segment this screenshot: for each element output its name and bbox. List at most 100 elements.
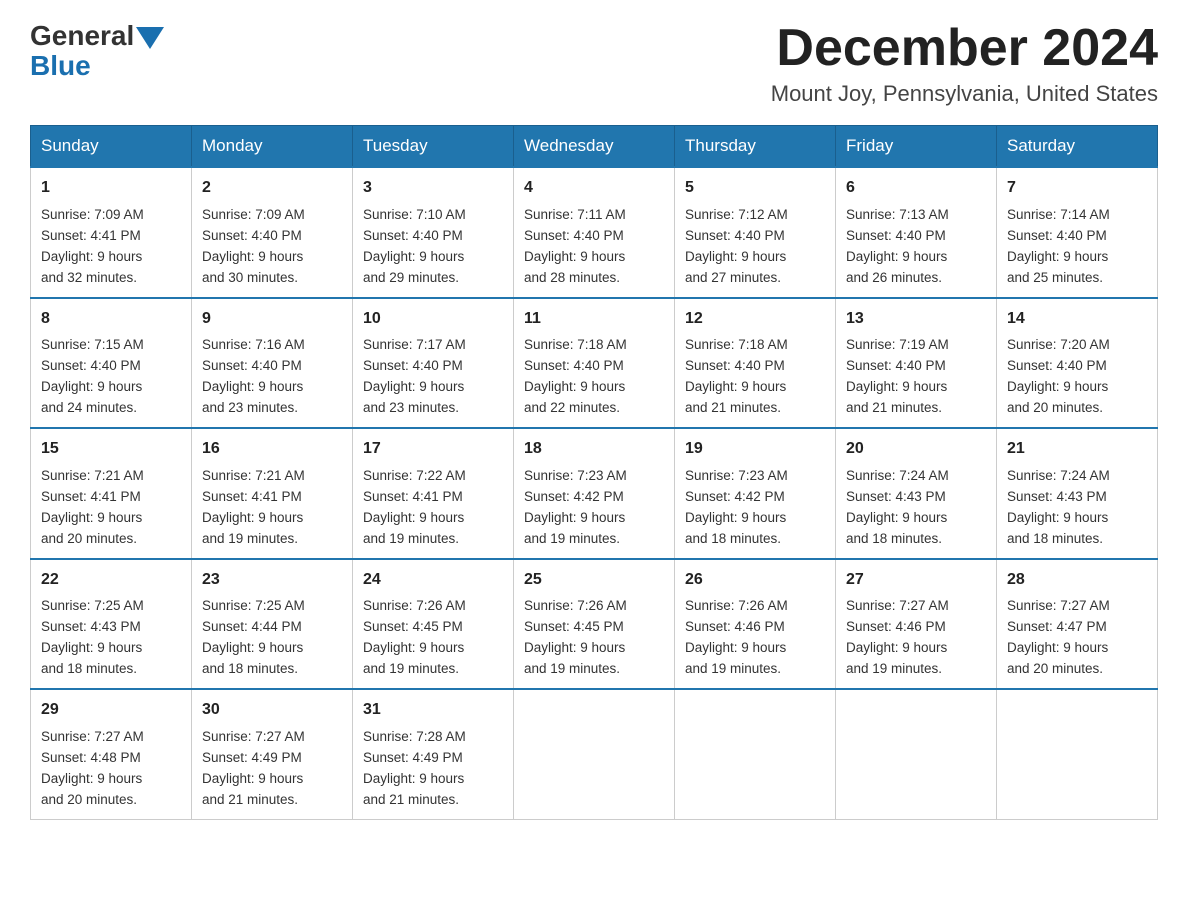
calendar-day-cell: 22 Sunrise: 7:25 AMSunset: 4:43 PMDayligh… — [31, 559, 192, 689]
calendar-day-cell: 6 Sunrise: 7:13 AMSunset: 4:40 PMDaylight… — [836, 167, 997, 297]
calendar-day-cell: 25 Sunrise: 7:26 AMSunset: 4:45 PMDayligh… — [514, 559, 675, 689]
day-info: Sunrise: 7:18 AMSunset: 4:40 PMDaylight:… — [524, 335, 664, 419]
day-info: Sunrise: 7:14 AMSunset: 4:40 PMDaylight:… — [1007, 205, 1147, 289]
calendar-day-cell — [514, 689, 675, 819]
calendar-day-cell: 16 Sunrise: 7:21 AMSunset: 4:41 PMDayligh… — [192, 428, 353, 558]
logo: General Blue — [30, 20, 164, 82]
day-number: 29 — [41, 698, 181, 723]
day-number: 26 — [685, 568, 825, 593]
day-number: 7 — [1007, 176, 1147, 201]
day-info: Sunrise: 7:23 AMSunset: 4:42 PMDaylight:… — [524, 466, 664, 550]
calendar-header: Sunday Monday Tuesday Wednesday Thursday… — [31, 126, 1158, 168]
calendar-week-row: 29 Sunrise: 7:27 AMSunset: 4:48 PMDayligh… — [31, 689, 1158, 819]
calendar-day-cell: 15Sunrise: 7:21 AMSunset: 4:41 PMDayligh… — [31, 428, 192, 558]
calendar-table: Sunday Monday Tuesday Wednesday Thursday… — [30, 125, 1158, 819]
col-monday: Monday — [192, 126, 353, 168]
day-info: Sunrise: 7:21 AMSunset: 4:41 PMDaylight:… — [202, 466, 342, 550]
day-info: Sunrise: 7:16 AMSunset: 4:40 PMDaylight:… — [202, 335, 342, 419]
day-number: 23 — [202, 568, 342, 593]
day-number: 21 — [1007, 437, 1147, 462]
calendar-day-cell: 10 Sunrise: 7:17 AMSunset: 4:40 PMDayligh… — [353, 298, 514, 428]
calendar-day-cell — [836, 689, 997, 819]
day-number: 18 — [524, 437, 664, 462]
calendar-day-cell: 28 Sunrise: 7:27 AMSunset: 4:47 PMDayligh… — [997, 559, 1158, 689]
day-number: 17 — [363, 437, 503, 462]
day-info: Sunrise: 7:13 AMSunset: 4:40 PMDaylight:… — [846, 205, 986, 289]
calendar-day-cell — [997, 689, 1158, 819]
day-info: Sunrise: 7:18 AMSunset: 4:40 PMDaylight:… — [685, 335, 825, 419]
calendar-day-cell: 9 Sunrise: 7:16 AMSunset: 4:40 PMDaylight… — [192, 298, 353, 428]
title-block: December 2024 Mount Joy, Pennsylvania, U… — [771, 20, 1158, 107]
day-info: Sunrise: 7:26 AMSunset: 4:45 PMDaylight:… — [524, 596, 664, 680]
day-info: Sunrise: 7:25 AMSunset: 4:43 PMDaylight:… — [41, 596, 181, 680]
calendar-day-cell: 8 Sunrise: 7:15 AMSunset: 4:40 PMDaylight… — [31, 298, 192, 428]
day-info: Sunrise: 7:09 AMSunset: 4:41 PMDaylight:… — [41, 205, 181, 289]
day-number: 19 — [685, 437, 825, 462]
col-thursday: Thursday — [675, 126, 836, 168]
calendar-day-cell: 30 Sunrise: 7:27 AMSunset: 4:49 PMDayligh… — [192, 689, 353, 819]
calendar-week-row: 1 Sunrise: 7:09 AMSunset: 4:41 PMDaylight… — [31, 167, 1158, 297]
col-saturday: Saturday — [997, 126, 1158, 168]
col-friday: Friday — [836, 126, 997, 168]
day-number: 20 — [846, 437, 986, 462]
day-number: 11 — [524, 307, 664, 332]
col-wednesday: Wednesday — [514, 126, 675, 168]
calendar-day-cell: 29 Sunrise: 7:27 AMSunset: 4:48 PMDayligh… — [31, 689, 192, 819]
calendar-day-cell: 5Sunrise: 7:12 AMSunset: 4:40 PMDaylight… — [675, 167, 836, 297]
day-info: Sunrise: 7:28 AMSunset: 4:49 PMDaylight:… — [363, 727, 503, 811]
day-info: Sunrise: 7:27 AMSunset: 4:47 PMDaylight:… — [1007, 596, 1147, 680]
calendar-week-row: 22 Sunrise: 7:25 AMSunset: 4:43 PMDayligh… — [31, 559, 1158, 689]
col-tuesday: Tuesday — [353, 126, 514, 168]
calendar-week-row: 8 Sunrise: 7:15 AMSunset: 4:40 PMDaylight… — [31, 298, 1158, 428]
day-number: 1 — [41, 176, 181, 201]
day-number: 14 — [1007, 307, 1147, 332]
calendar-day-cell: 2 Sunrise: 7:09 AMSunset: 4:40 PMDaylight… — [192, 167, 353, 297]
day-number: 13 — [846, 307, 986, 332]
calendar-day-cell: 7 Sunrise: 7:14 AMSunset: 4:40 PMDaylight… — [997, 167, 1158, 297]
day-info: Sunrise: 7:09 AMSunset: 4:40 PMDaylight:… — [202, 205, 342, 289]
day-number: 27 — [846, 568, 986, 593]
day-info: Sunrise: 7:27 AMSunset: 4:48 PMDaylight:… — [41, 727, 181, 811]
day-info: Sunrise: 7:24 AMSunset: 4:43 PMDaylight:… — [1007, 466, 1147, 550]
day-number: 6 — [846, 176, 986, 201]
day-info: Sunrise: 7:24 AMSunset: 4:43 PMDaylight:… — [846, 466, 986, 550]
day-info: Sunrise: 7:22 AMSunset: 4:41 PMDaylight:… — [363, 466, 503, 550]
calendar-week-row: 15Sunrise: 7:21 AMSunset: 4:41 PMDayligh… — [31, 428, 1158, 558]
col-sunday: Sunday — [31, 126, 192, 168]
day-number: 31 — [363, 698, 503, 723]
day-number: 22 — [41, 568, 181, 593]
day-info: Sunrise: 7:21 AMSunset: 4:41 PMDaylight:… — [41, 466, 181, 550]
day-number: 9 — [202, 307, 342, 332]
day-number: 16 — [202, 437, 342, 462]
day-number: 2 — [202, 176, 342, 201]
day-info: Sunrise: 7:27 AMSunset: 4:46 PMDaylight:… — [846, 596, 986, 680]
day-info: Sunrise: 7:23 AMSunset: 4:42 PMDaylight:… — [685, 466, 825, 550]
month-title: December 2024 — [771, 20, 1158, 77]
day-number: 8 — [41, 307, 181, 332]
day-info: Sunrise: 7:25 AMSunset: 4:44 PMDaylight:… — [202, 596, 342, 680]
calendar-day-cell: 12 Sunrise: 7:18 AMSunset: 4:40 PMDayligh… — [675, 298, 836, 428]
day-info: Sunrise: 7:17 AMSunset: 4:40 PMDaylight:… — [363, 335, 503, 419]
day-number: 3 — [363, 176, 503, 201]
header-row: Sunday Monday Tuesday Wednesday Thursday… — [31, 126, 1158, 168]
day-number: 30 — [202, 698, 342, 723]
day-number: 10 — [363, 307, 503, 332]
location-title: Mount Joy, Pennsylvania, United States — [771, 81, 1158, 107]
day-number: 5 — [685, 176, 825, 201]
logo-general-text: General — [30, 20, 134, 52]
day-info: Sunrise: 7:27 AMSunset: 4:49 PMDaylight:… — [202, 727, 342, 811]
calendar-day-cell: 13Sunrise: 7:19 AMSunset: 4:40 PMDayligh… — [836, 298, 997, 428]
day-info: Sunrise: 7:15 AMSunset: 4:40 PMDaylight:… — [41, 335, 181, 419]
day-number: 4 — [524, 176, 664, 201]
day-info: Sunrise: 7:26 AMSunset: 4:45 PMDaylight:… — [363, 596, 503, 680]
day-info: Sunrise: 7:11 AMSunset: 4:40 PMDaylight:… — [524, 205, 664, 289]
calendar-day-cell: 23 Sunrise: 7:25 AMSunset: 4:44 PMDayligh… — [192, 559, 353, 689]
day-number: 12 — [685, 307, 825, 332]
day-info: Sunrise: 7:20 AMSunset: 4:40 PMDaylight:… — [1007, 335, 1147, 419]
calendar-day-cell: 11 Sunrise: 7:18 AMSunset: 4:40 PMDayligh… — [514, 298, 675, 428]
day-number: 25 — [524, 568, 664, 593]
day-number: 28 — [1007, 568, 1147, 593]
calendar-day-cell: 24Sunrise: 7:26 AMSunset: 4:45 PMDayligh… — [353, 559, 514, 689]
calendar-day-cell: 18 Sunrise: 7:23 AMSunset: 4:42 PMDayligh… — [514, 428, 675, 558]
calendar-day-cell: 3Sunrise: 7:10 AMSunset: 4:40 PMDaylight… — [353, 167, 514, 297]
